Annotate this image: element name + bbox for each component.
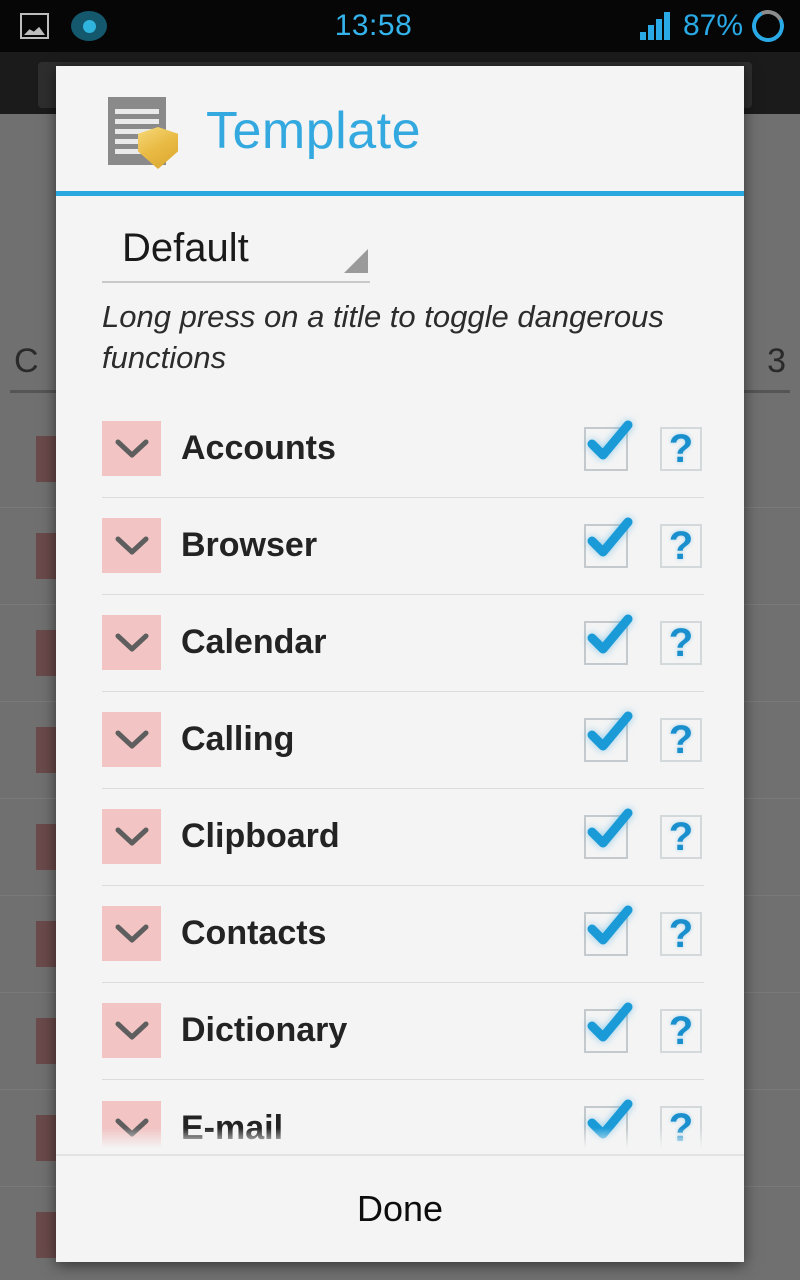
checkmark-icon [587, 420, 633, 460]
question-mark-icon[interactable]: ? [660, 620, 702, 665]
battery-percent-label: 87% [682, 9, 743, 42]
row-label: Contacts [181, 914, 327, 953]
row-checkbox[interactable] [584, 1002, 633, 1053]
dialog-body: Default Long press on a title to toggle … [56, 196, 744, 1154]
question-mark-icon[interactable]: ? [660, 717, 702, 762]
question-mark-icon[interactable]: ? [660, 523, 702, 568]
dialog-footer: Done [56, 1154, 744, 1262]
permission-group-list[interactable]: Accounts ? Browser ? Calendar ? Calling … [56, 401, 744, 1154]
battery-ring-icon [747, 5, 789, 47]
row-checkbox[interactable] [584, 420, 633, 471]
table-row[interactable]: Calendar ? [102, 595, 704, 692]
chevron-down-icon[interactable] [102, 421, 161, 477]
recording-dot-icon [71, 11, 107, 41]
table-row[interactable]: Browser ? [102, 498, 704, 595]
row-checkbox[interactable] [584, 614, 633, 665]
table-row[interactable]: Contacts ? [102, 886, 704, 983]
row-checkbox[interactable] [584, 517, 633, 568]
template-dialog: Template Default Long press on a title t… [56, 66, 744, 1262]
screenshot-image-icon [20, 13, 49, 39]
dropdown-caret-icon [344, 249, 368, 273]
table-row[interactable]: Calling ? [102, 692, 704, 789]
status-bar-right-icons: 87% [639, 5, 800, 47]
row-checkbox[interactable] [584, 905, 633, 956]
table-row[interactable]: Dictionary ? [102, 983, 704, 1080]
checkmark-icon [587, 517, 633, 557]
checkmark-icon [587, 711, 633, 751]
question-mark-icon[interactable]: ? [660, 1106, 702, 1151]
dialog-title: Template [206, 102, 421, 160]
chevron-down-icon[interactable] [102, 906, 161, 962]
signal-bars-icon [639, 12, 674, 40]
chevron-down-icon[interactable] [102, 712, 161, 768]
checkmark-icon [587, 905, 633, 945]
checkmark-icon [587, 808, 633, 848]
dialog-header: Template [56, 66, 744, 196]
question-mark-icon[interactable]: ? [660, 911, 702, 956]
template-spinner-wrap: Default [56, 196, 744, 283]
table-row[interactable]: Clipboard ? [102, 789, 704, 886]
status-bar: 13:58 87% [0, 0, 800, 52]
row-label: Dictionary [181, 1011, 348, 1050]
background-tab-left: C [14, 342, 39, 380]
row-checkbox[interactable] [584, 1099, 633, 1151]
row-label: Browser [181, 526, 318, 565]
row-label: Accounts [181, 429, 336, 468]
chevron-down-icon[interactable] [102, 615, 161, 671]
chevron-down-icon[interactable] [102, 809, 161, 865]
chevron-down-icon[interactable] [102, 1100, 161, 1154]
row-label: E-mail [181, 1108, 284, 1147]
question-mark-icon[interactable]: ? [660, 1008, 702, 1053]
template-spinner[interactable]: Default [102, 226, 370, 283]
row-label: Calendar [181, 623, 327, 662]
question-mark-icon[interactable]: ? [660, 426, 702, 471]
checkmark-icon [587, 614, 633, 654]
row-checkbox[interactable] [584, 808, 633, 859]
checkmark-icon [587, 1099, 633, 1139]
background-tab-right: 3 [767, 342, 786, 380]
chevron-down-icon[interactable] [102, 1003, 161, 1059]
row-checkbox[interactable] [584, 711, 633, 762]
done-button[interactable]: Done [357, 1188, 443, 1230]
status-bar-left-icons [0, 11, 107, 41]
table-row[interactable]: E-mail ? [102, 1080, 704, 1154]
row-label: Calling [181, 720, 295, 759]
status-bar-clock: 13:58 [334, 9, 413, 42]
chevron-down-icon[interactable] [102, 518, 161, 574]
row-label: Clipboard [181, 817, 340, 856]
phone-screen: C 3 13:58 87% Template Default Long pres… [0, 0, 800, 1280]
table-row[interactable]: Accounts ? [102, 401, 704, 498]
document-shield-icon [104, 93, 178, 169]
template-spinner-value: Default [122, 226, 249, 270]
question-mark-icon[interactable]: ? [660, 814, 702, 859]
hint-text: Long press on a title to toggle dangerou… [102, 299, 664, 375]
checkmark-icon [587, 1002, 633, 1042]
